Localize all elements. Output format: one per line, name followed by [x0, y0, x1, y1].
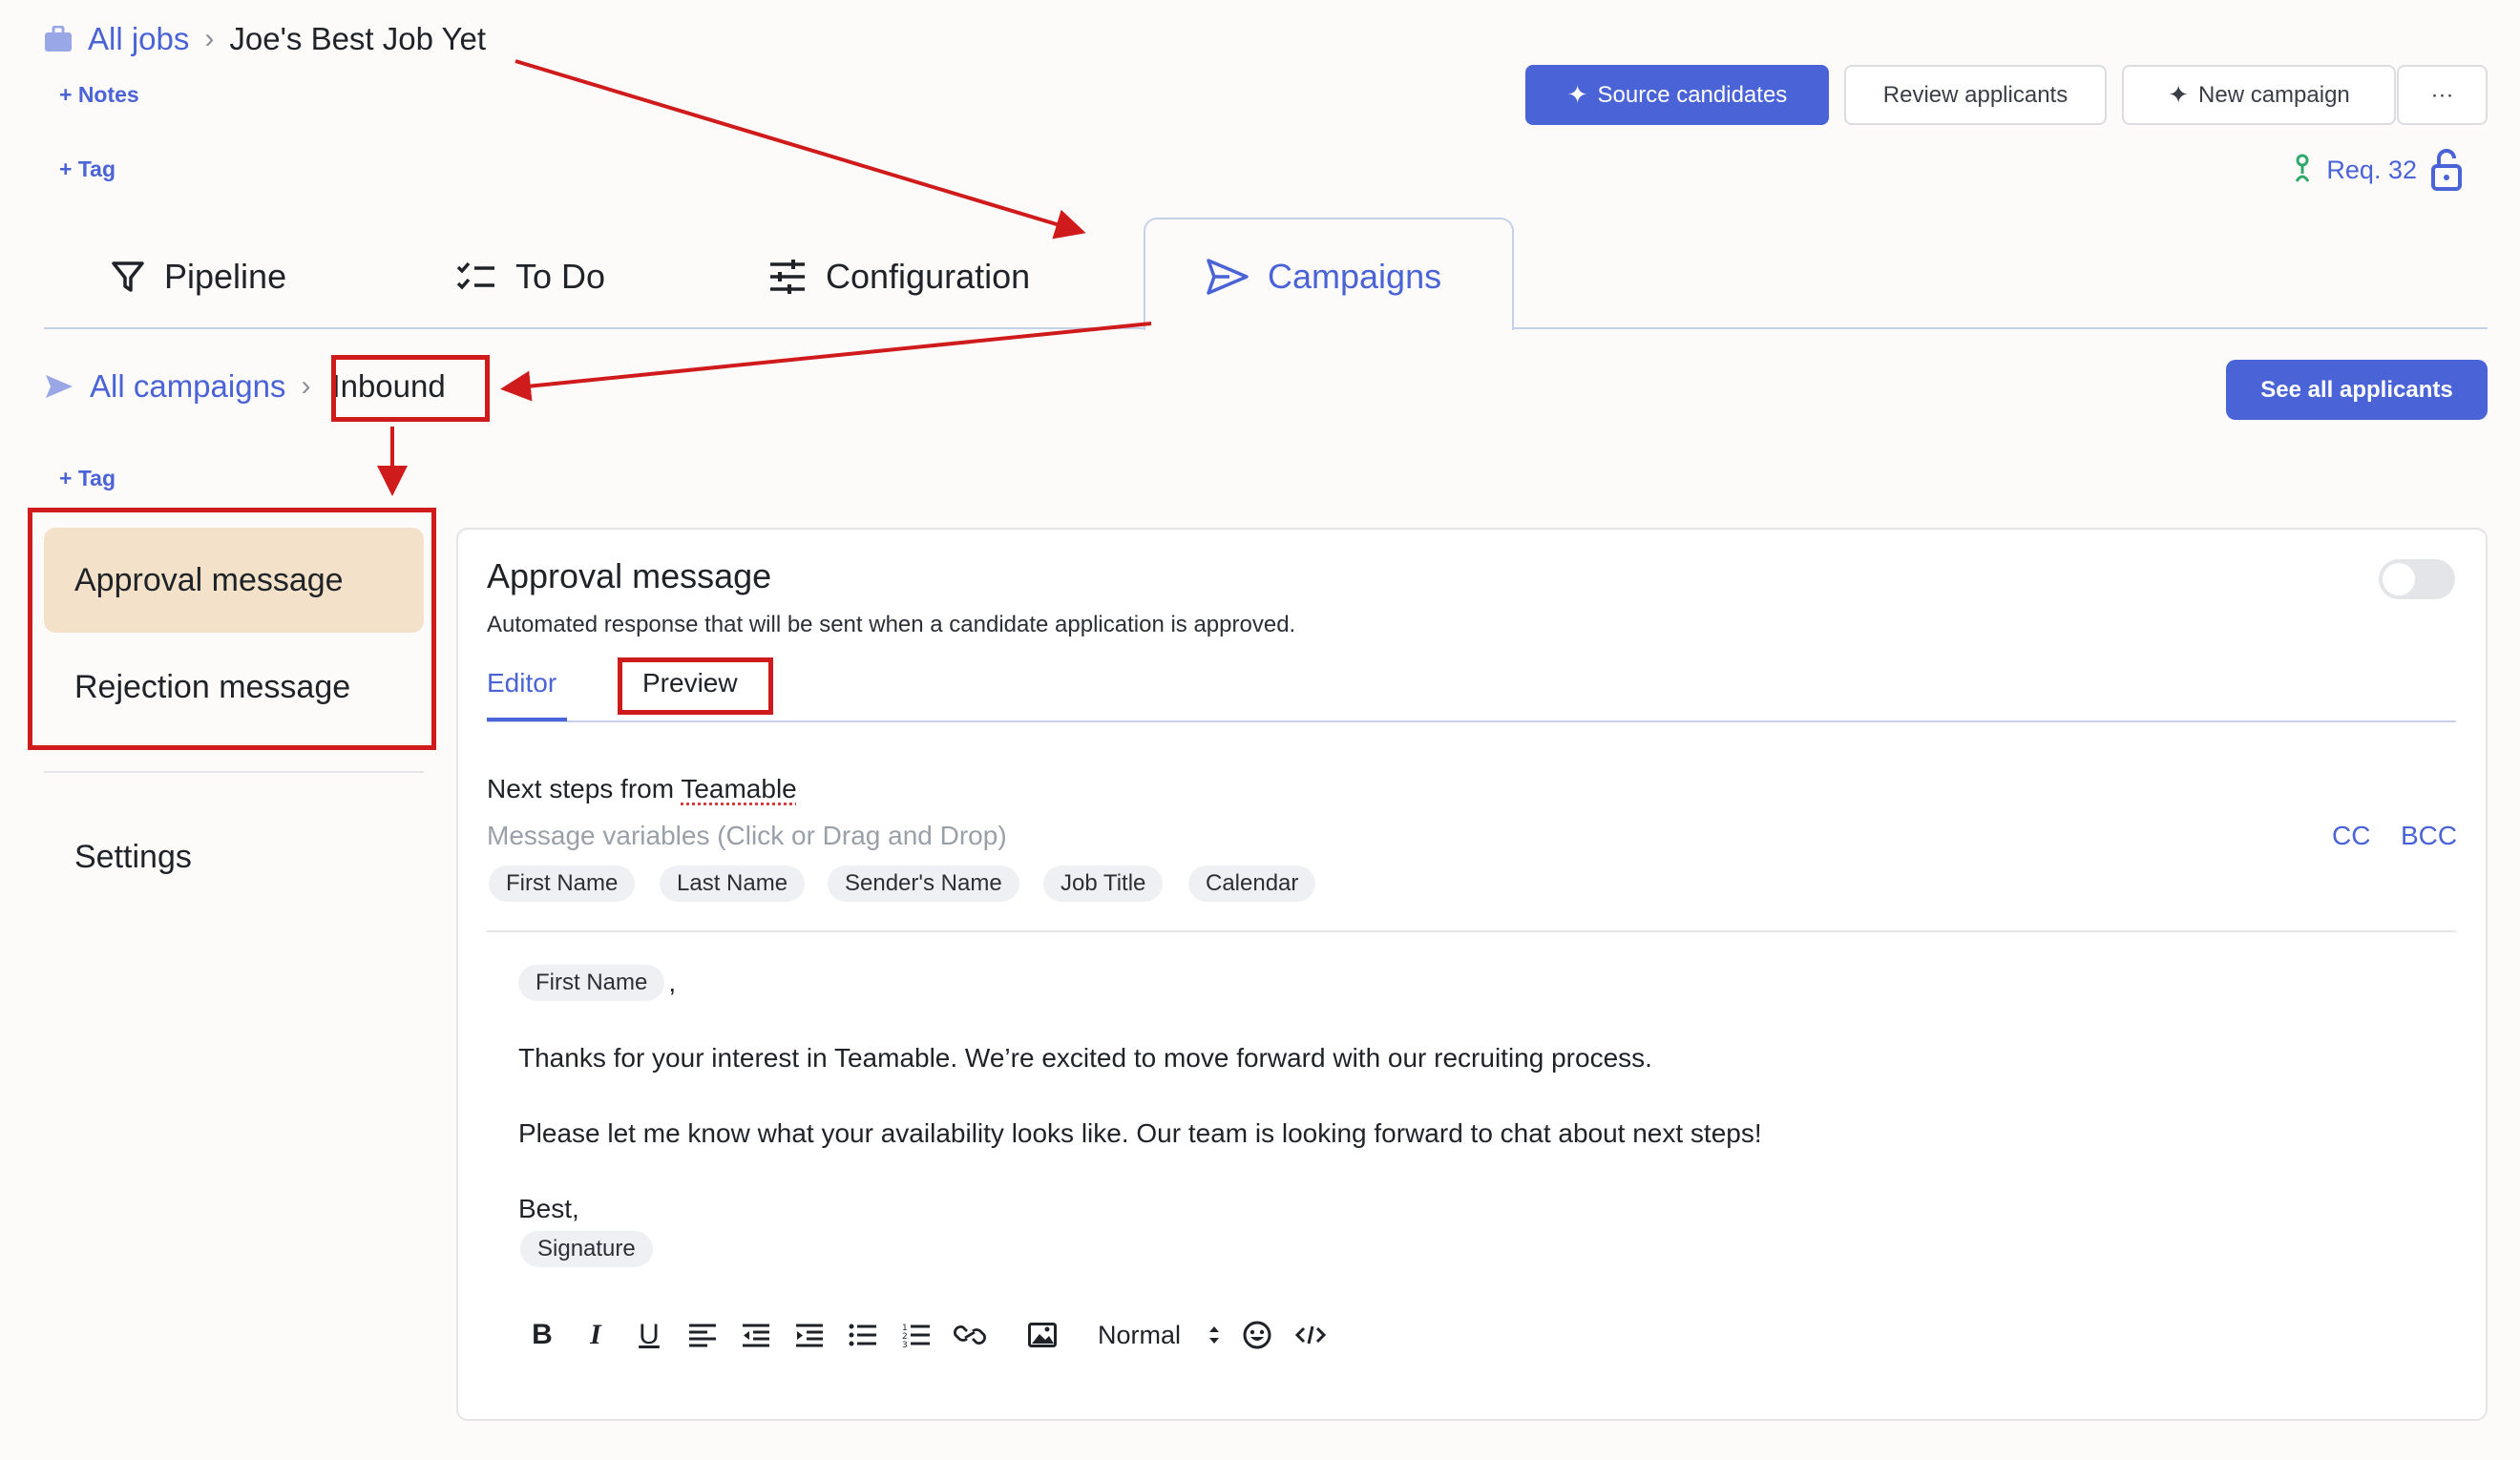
variable-chip[interactable]: Calendar	[1188, 866, 1316, 902]
tab-campaigns[interactable]: Campaigns	[1207, 243, 1441, 310]
variable-chip[interactable]: First Name	[489, 866, 636, 902]
signature-chip[interactable]: Signature	[520, 1231, 653, 1267]
svg-text:3: 3	[902, 1341, 908, 1348]
variable-chip[interactable]: Sender's Name	[828, 866, 1019, 902]
emoji-icon[interactable]	[1230, 1311, 1284, 1359]
body-paragraph[interactable]: Thanks for your interest in Teamable. We…	[518, 1043, 1652, 1074]
bold-button[interactable]: B	[515, 1311, 569, 1359]
subject-line[interactable]: Next steps from Teamable	[487, 774, 797, 804]
active-subtab-indicator	[487, 718, 567, 721]
menu-divider	[44, 771, 424, 773]
variables-label: Message variables (Click or Drag and Dro…	[487, 821, 1007, 850]
person-icon	[2292, 153, 2313, 187]
page-title: Joe's Best Job Yet	[229, 21, 487, 56]
more-options-button[interactable]: ···	[2397, 65, 2488, 125]
tab-pipeline[interactable]: Pipeline	[111, 243, 286, 310]
annotation-box-preview	[618, 657, 773, 715]
annotation-box-messages	[28, 508, 436, 750]
chevron-right-icon: ›	[301, 370, 311, 402]
chevron-updown-icon	[1208, 1324, 1221, 1346]
text-style-select[interactable]: Normal	[1073, 1311, 1230, 1359]
tab-configuration[interactable]: Configuration	[768, 243, 1030, 310]
checklist-icon	[456, 261, 496, 293]
variable-chip[interactable]: First Name	[518, 965, 665, 1001]
variable-chip[interactable]: Job Title	[1043, 866, 1164, 902]
code-icon[interactable]	[1284, 1311, 1337, 1359]
outdent-icon[interactable]	[729, 1311, 783, 1359]
subject-company: Teamable	[681, 774, 797, 803]
add-tag-link[interactable]: + Tag	[59, 466, 116, 491]
formatting-toolbar: B I U 123 Normal	[515, 1311, 1337, 1359]
enable-toggle[interactable]	[2379, 559, 2455, 599]
breadcrumb-all-jobs[interactable]: All jobs	[88, 21, 189, 57]
editor-subtitle: Automated response that will be sent whe…	[487, 612, 1296, 637]
unlock-icon[interactable]	[2430, 149, 2463, 191]
numbered-list-icon[interactable]: 123	[890, 1311, 943, 1359]
breadcrumb-all-campaigns[interactable]: All campaigns	[90, 368, 285, 405]
italic-button[interactable]: I	[569, 1311, 622, 1359]
indent-icon[interactable]	[783, 1311, 836, 1359]
send-icon	[44, 373, 74, 400]
chevron-right-icon: ›	[204, 23, 215, 54]
send-icon	[1207, 259, 1249, 295]
menu-settings[interactable]: Settings	[44, 804, 424, 909]
tab-editor[interactable]: Editor	[487, 668, 556, 699]
body-paragraph[interactable]: Please let me know what your availabilit…	[518, 1118, 1762, 1149]
tab-todo[interactable]: To Do	[456, 243, 605, 310]
source-candidates-button[interactable]: ✦ Source candidates	[1525, 65, 1829, 125]
see-all-applicants-button[interactable]: See all applicants	[2226, 360, 2488, 420]
underline-button[interactable]: U	[622, 1311, 676, 1359]
body-divider	[487, 930, 2456, 932]
cc-link[interactable]: CC	[2332, 821, 2370, 851]
sparkle-icon: ✦	[1566, 80, 1588, 109]
variable-chip[interactable]: Last Name	[660, 866, 806, 902]
align-icon[interactable]	[676, 1311, 729, 1359]
greeting-line: First Name ,	[518, 965, 676, 1001]
image-icon[interactable]	[1016, 1311, 1069, 1359]
link-icon[interactable]	[943, 1311, 997, 1359]
body-signoff[interactable]: Best,	[518, 1194, 579, 1224]
requisition-info: Req. 32	[2292, 149, 2463, 191]
sliders-icon	[768, 259, 807, 295]
briefcase-icon	[44, 26, 73, 52]
breadcrumb: All jobs › Joe's Best Job Yet	[44, 21, 486, 57]
add-tag-link[interactable]: + Tag	[59, 156, 116, 182]
bcc-link[interactable]: BCC	[2401, 821, 2457, 851]
subtabs-divider	[487, 720, 2456, 722]
sparkle-icon: ✦	[2168, 80, 2190, 109]
add-notes-link[interactable]: + Notes	[59, 82, 139, 108]
filter-icon	[111, 260, 145, 294]
review-applicants-button[interactable]: Review applicants	[1844, 65, 2107, 125]
editor-title: Approval message	[487, 556, 772, 595]
bullet-list-icon[interactable]	[836, 1311, 890, 1359]
new-campaign-button[interactable]: ✦ New campaign	[2122, 65, 2396, 125]
requisition-label: Req. 32	[2326, 155, 2417, 184]
annotation-box-inbound	[331, 355, 490, 422]
